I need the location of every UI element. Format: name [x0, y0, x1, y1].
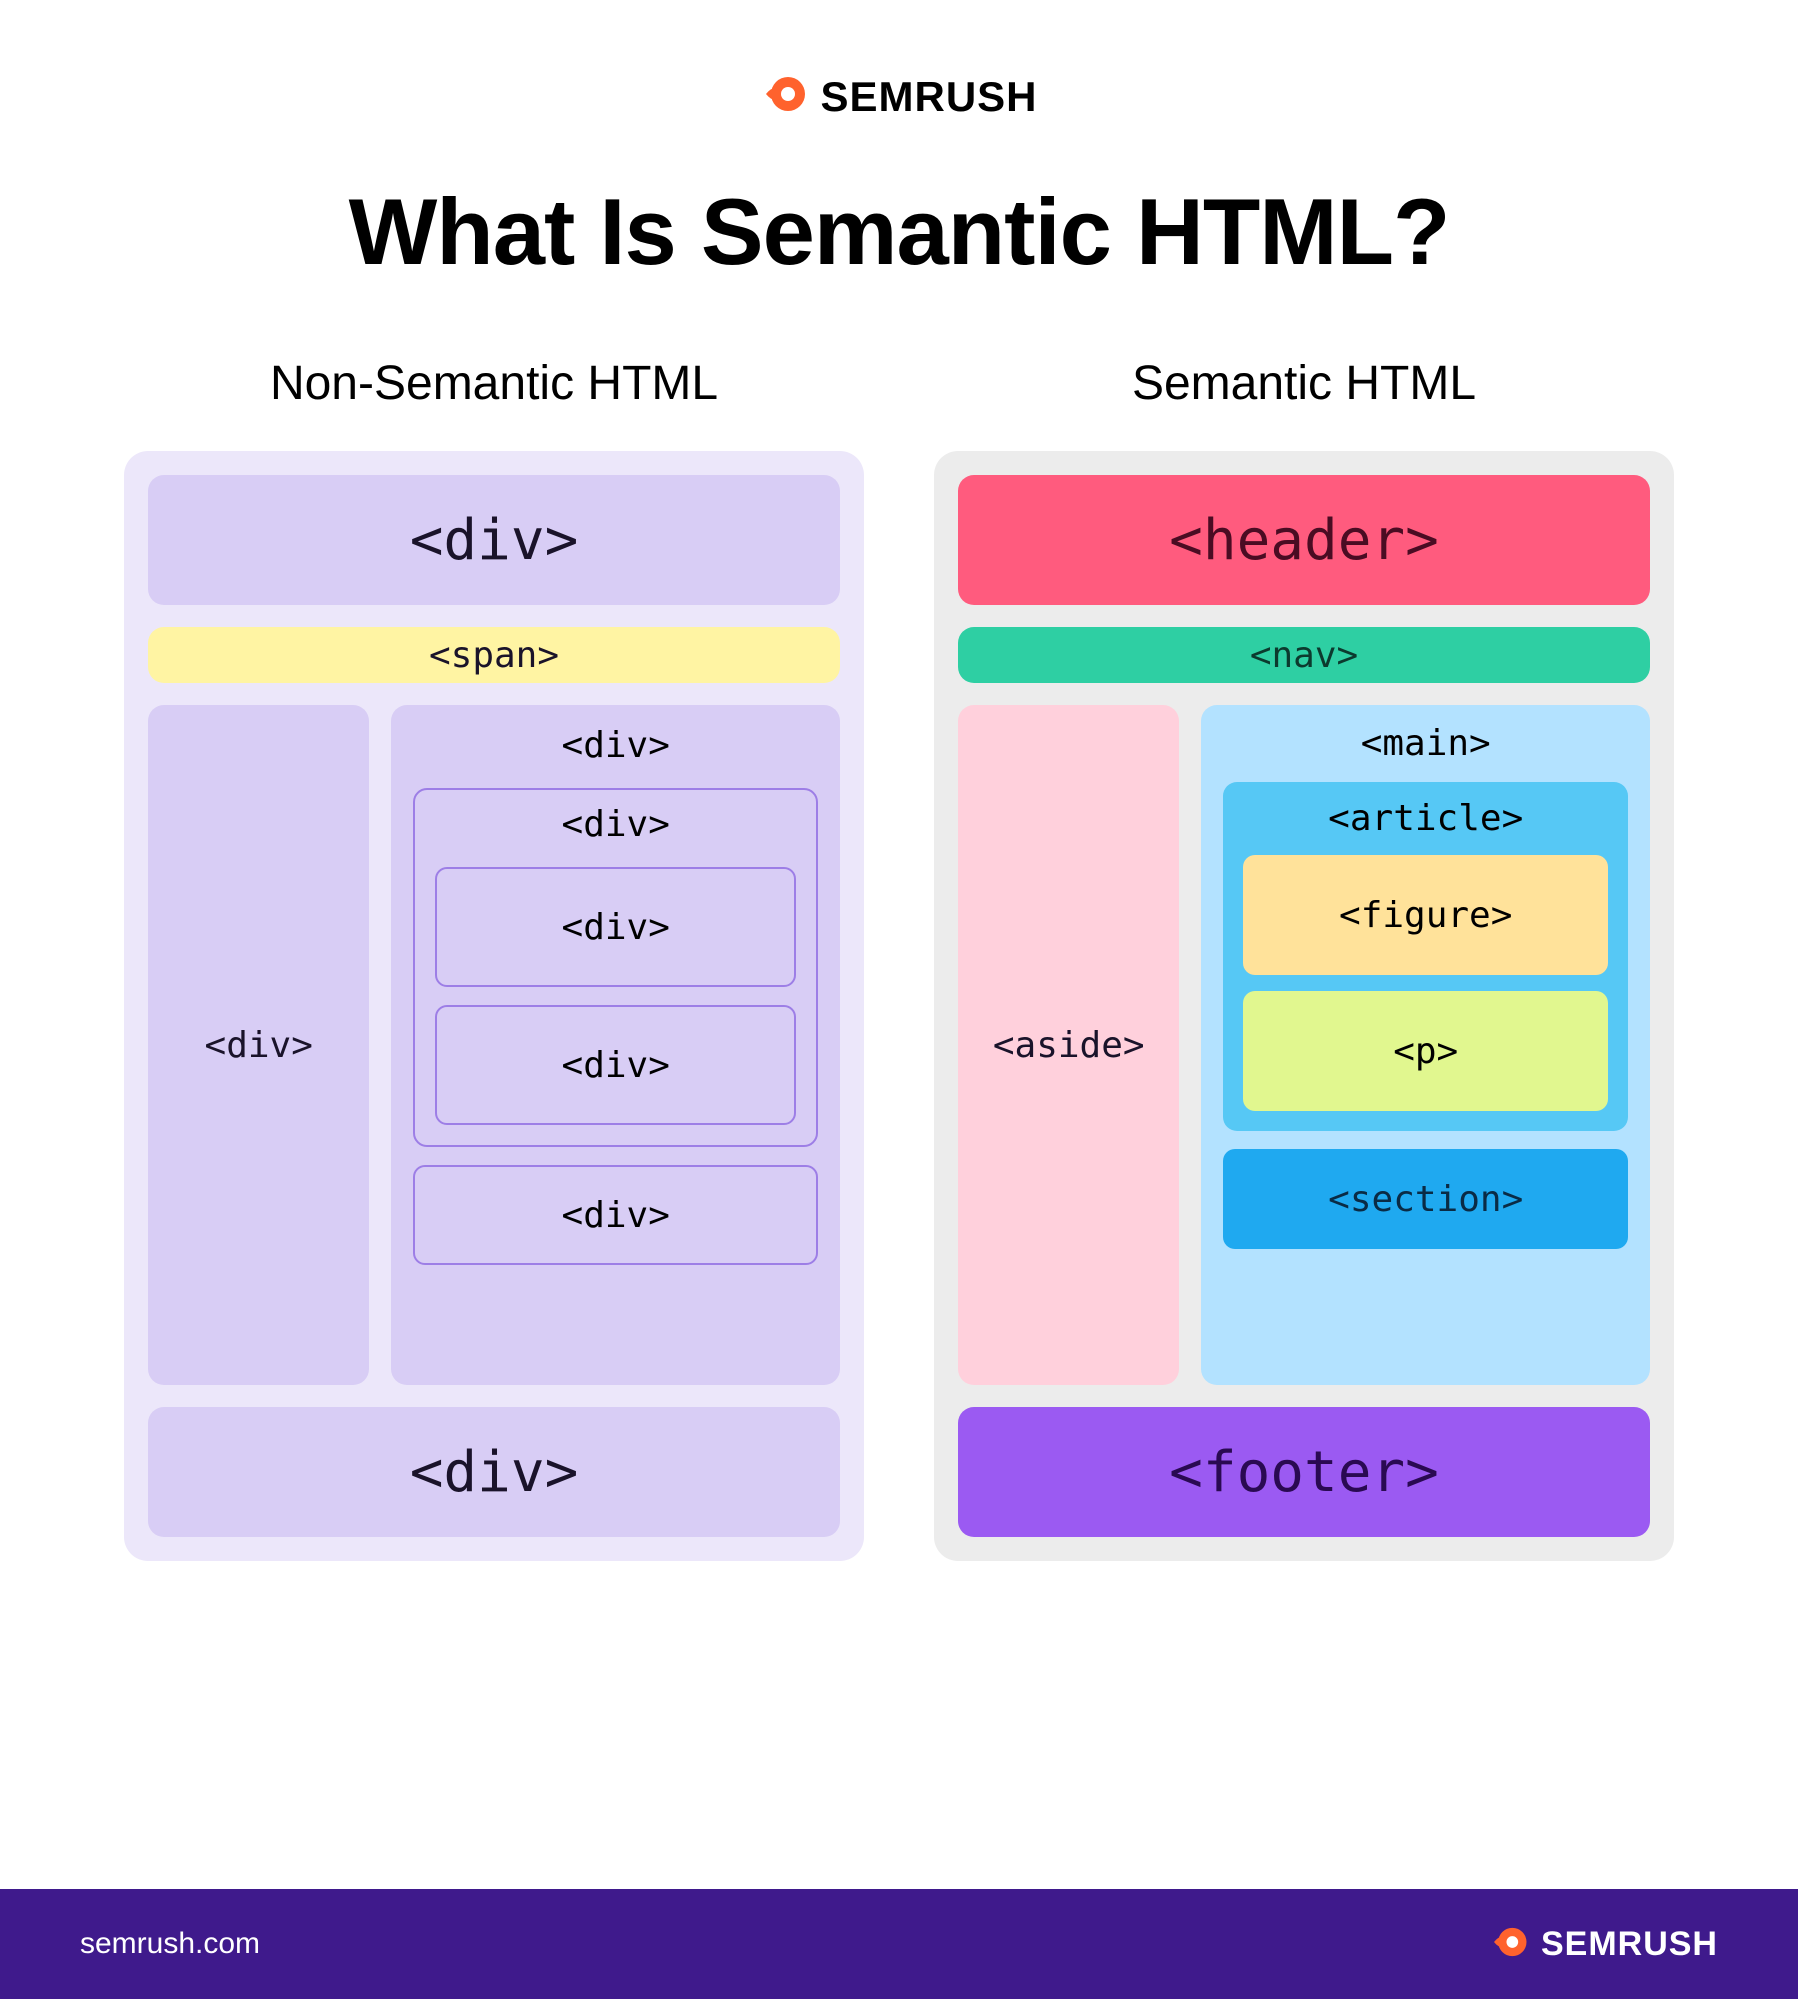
comparison-columns: Non-Semantic HTML <div> <span> <div> <di…: [0, 356, 1798, 1561]
s-mid-row: <aside> <main> <article> <figure> <p> <s…: [958, 705, 1650, 1385]
s-section-block: <section>: [1223, 1149, 1628, 1249]
brand-header: SEMRUSH: [0, 0, 1798, 123]
s-nav-block: <nav>: [958, 627, 1650, 683]
page-title: What Is Semantic HTML?: [0, 178, 1798, 286]
ns-main-label: <div>: [413, 725, 818, 766]
ns-figure-block: <div>: [435, 867, 796, 987]
s-article-block: <article> <figure> <p>: [1223, 782, 1628, 1131]
s-main-block: <main> <article> <figure> <p> <section>: [1201, 705, 1650, 1385]
non-semantic-panel: <div> <span> <div> <div> <div> <div> <di…: [124, 451, 864, 1561]
ns-footer-block: <div>: [148, 1407, 840, 1537]
non-semantic-col-title: Non-Semantic HTML: [124, 356, 864, 411]
flame-icon: [1489, 1922, 1529, 1967]
ns-para-block: <div>: [435, 1005, 796, 1125]
ns-aside-block: <div>: [148, 705, 369, 1385]
footer-brand: SEMRUSH: [1489, 1922, 1718, 1967]
ns-nav-block: <span>: [148, 627, 840, 683]
ns-article-block: <div> <div> <div>: [413, 788, 818, 1147]
footer-bar: semrush.com SEMRUSH: [0, 1889, 1798, 1999]
brand-text: SEMRUSH: [820, 73, 1037, 121]
s-footer-block: <footer>: [958, 1407, 1650, 1537]
ns-main-block: <div> <div> <div> <div> <div>: [391, 705, 840, 1385]
footer-brand-text: SEMRUSH: [1541, 1925, 1718, 1964]
non-semantic-column: Non-Semantic HTML <div> <span> <div> <di…: [124, 356, 864, 1561]
s-para-block: <p>: [1243, 991, 1608, 1111]
s-figure-block: <figure>: [1243, 855, 1608, 975]
flame-icon: [760, 70, 808, 123]
semantic-col-title: Semantic HTML: [934, 356, 1674, 411]
footer-url: semrush.com: [80, 1927, 260, 1961]
s-article-label: <article>: [1243, 798, 1608, 839]
semantic-panel: <header> <nav> <aside> <main> <article> …: [934, 451, 1674, 1561]
semantic-column: Semantic HTML <header> <nav> <aside> <ma…: [934, 356, 1674, 1561]
s-main-label: <main>: [1223, 723, 1628, 764]
ns-section-block: <div>: [413, 1165, 818, 1265]
s-header-block: <header>: [958, 475, 1650, 605]
s-aside-block: <aside>: [958, 705, 1179, 1385]
ns-header-block: <div>: [148, 475, 840, 605]
ns-article-label: <div>: [435, 804, 796, 845]
ns-mid-row: <div> <div> <div> <div> <div> <div>: [148, 705, 840, 1385]
